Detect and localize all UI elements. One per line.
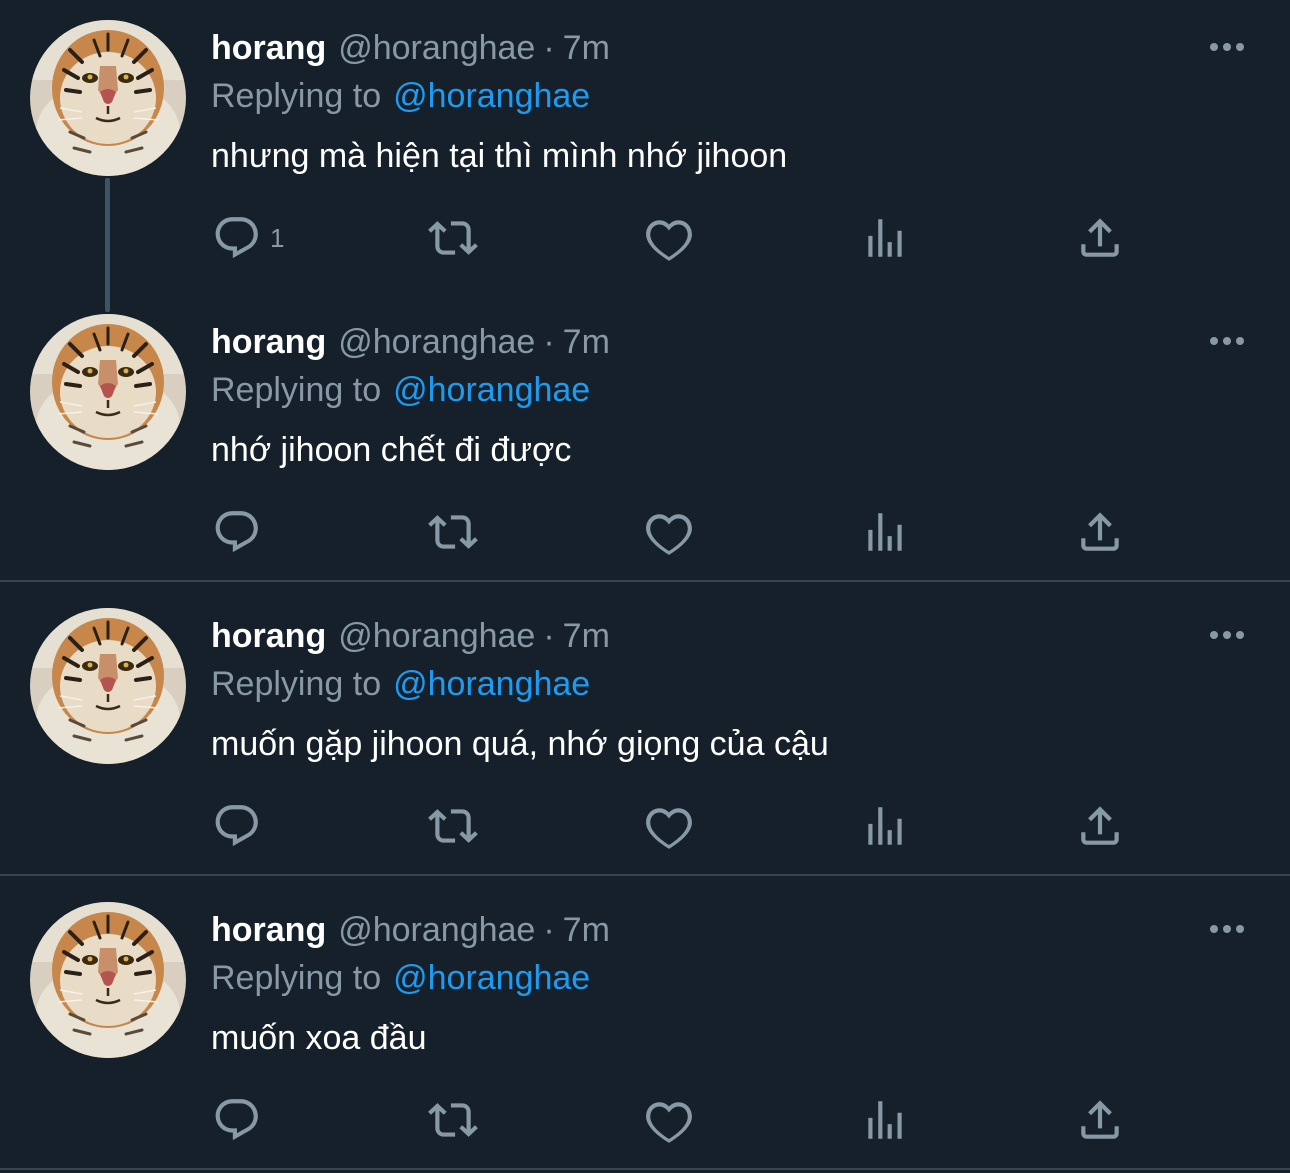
tweet-text: nhưng mà hiện tại thì mình nhớ jihoon (211, 137, 788, 175)
share-icon (1075, 213, 1125, 263)
reply-icon (212, 213, 262, 263)
views-button[interactable] (860, 210, 910, 266)
tweet-thread: horang @horanghae · 7m Replying to @horan… (0, 0, 1290, 1173)
heart-icon (644, 507, 694, 557)
reply-button[interactable] (212, 1092, 270, 1148)
tweet-header: horang @horanghae · 7m (211, 908, 610, 952)
replying-to-label: Replying to (211, 665, 382, 703)
action-bar (0, 798, 1290, 854)
replying-to-label: Replying to (211, 959, 382, 997)
reply-button[interactable]: 1 (212, 210, 284, 266)
share-icon (1075, 507, 1125, 557)
display-name[interactable]: horang (211, 26, 326, 70)
heart-icon (644, 1095, 694, 1145)
views-button[interactable] (860, 798, 910, 854)
divider (0, 580, 1290, 582)
tweet-text: muốn gặp jihoon quá, nhớ giọng của cậu (211, 725, 829, 763)
separator-dot: · (543, 617, 555, 655)
tweet-header: horang @horanghae · 7m (211, 320, 610, 364)
retweet-button[interactable] (428, 798, 478, 854)
divider (0, 874, 1290, 876)
separator-dot: · (543, 911, 555, 949)
replying-to: Replying to @horanghae (211, 368, 590, 412)
action-bar (0, 1092, 1290, 1148)
reply-button[interactable] (212, 504, 270, 560)
retweet-button[interactable] (428, 504, 478, 560)
user-handle[interactable]: @horanghae (338, 908, 535, 952)
timestamp[interactable]: 7m (563, 26, 610, 70)
user-handle[interactable]: @horanghae (338, 26, 535, 70)
user-handle[interactable]: @horanghae (338, 614, 535, 658)
retweet-button[interactable] (428, 210, 478, 266)
separator-dot: · (543, 323, 555, 361)
retweet-icon (428, 1095, 478, 1145)
share-button[interactable] (1075, 1092, 1125, 1148)
share-button[interactable] (1075, 210, 1125, 266)
avatar[interactable] (30, 902, 186, 1058)
heart-icon (644, 801, 694, 851)
replying-to-label: Replying to (211, 371, 382, 409)
replying-to: Replying to @horanghae (211, 662, 590, 706)
tweet[interactable]: horang @horanghae · 7m Replying to @horan… (0, 294, 1290, 588)
views-icon (860, 213, 910, 263)
retweet-icon (428, 213, 478, 263)
replying-to-mention[interactable]: @horanghae (393, 959, 590, 997)
tweet-text: muốn xoa đầu (211, 1019, 427, 1057)
reply-icon (212, 507, 262, 557)
more-icon[interactable] (1200, 324, 1254, 358)
tweet-header: horang @horanghae · 7m (211, 614, 610, 658)
more-icon[interactable] (1200, 912, 1254, 946)
timestamp[interactable]: 7m (563, 320, 610, 364)
avatar[interactable] (30, 608, 186, 764)
replying-to: Replying to @horanghae (211, 74, 590, 118)
replying-to-label: Replying to (211, 77, 382, 115)
like-button[interactable] (644, 798, 694, 854)
heart-icon (644, 213, 694, 263)
views-icon (860, 507, 910, 557)
like-button[interactable] (644, 210, 694, 266)
tweet[interactable]: horang @horanghae · 7m Replying to @horan… (0, 588, 1290, 882)
share-button[interactable] (1075, 504, 1125, 560)
timestamp[interactable]: 7m (563, 614, 610, 658)
reply-icon (212, 1095, 262, 1145)
views-button[interactable] (860, 504, 910, 560)
like-button[interactable] (644, 504, 694, 560)
share-icon (1075, 801, 1125, 851)
separator-dot: · (543, 29, 555, 67)
retweet-button[interactable] (428, 1092, 478, 1148)
reply-count: 1 (270, 222, 285, 253)
more-icon[interactable] (1200, 30, 1254, 64)
divider (0, 1168, 1290, 1170)
views-icon (860, 1095, 910, 1145)
more-icon[interactable] (1200, 618, 1254, 652)
display-name[interactable]: horang (211, 320, 326, 364)
reply-icon (212, 801, 262, 851)
reply-button[interactable] (212, 798, 270, 854)
views-button[interactable] (860, 1092, 910, 1148)
replying-to-mention[interactable]: @horanghae (393, 77, 590, 115)
share-icon (1075, 1095, 1125, 1145)
replying-to: Replying to @horanghae (211, 956, 590, 1000)
retweet-icon (428, 801, 478, 851)
avatar[interactable] (30, 314, 186, 470)
retweet-icon (428, 507, 478, 557)
display-name[interactable]: horang (211, 614, 326, 658)
user-handle[interactable]: @horanghae (338, 320, 535, 364)
timestamp[interactable]: 7m (563, 908, 610, 952)
display-name[interactable]: horang (211, 908, 326, 952)
replying-to-mention[interactable]: @horanghae (393, 665, 590, 703)
action-bar: 1 (0, 210, 1290, 266)
avatar[interactable] (30, 20, 186, 176)
replying-to-mention[interactable]: @horanghae (393, 371, 590, 409)
share-button[interactable] (1075, 798, 1125, 854)
action-bar (0, 504, 1290, 560)
tweet-text: nhớ jihoon chết đi được (211, 431, 572, 469)
tweet[interactable]: horang @horanghae · 7m Replying to @horan… (0, 0, 1290, 294)
tweet-header: horang @horanghae · 7m (211, 26, 610, 70)
views-icon (860, 801, 910, 851)
like-button[interactable] (644, 1092, 694, 1148)
tweet[interactable]: horang @horanghae · 7m Replying to @horan… (0, 882, 1290, 1173)
